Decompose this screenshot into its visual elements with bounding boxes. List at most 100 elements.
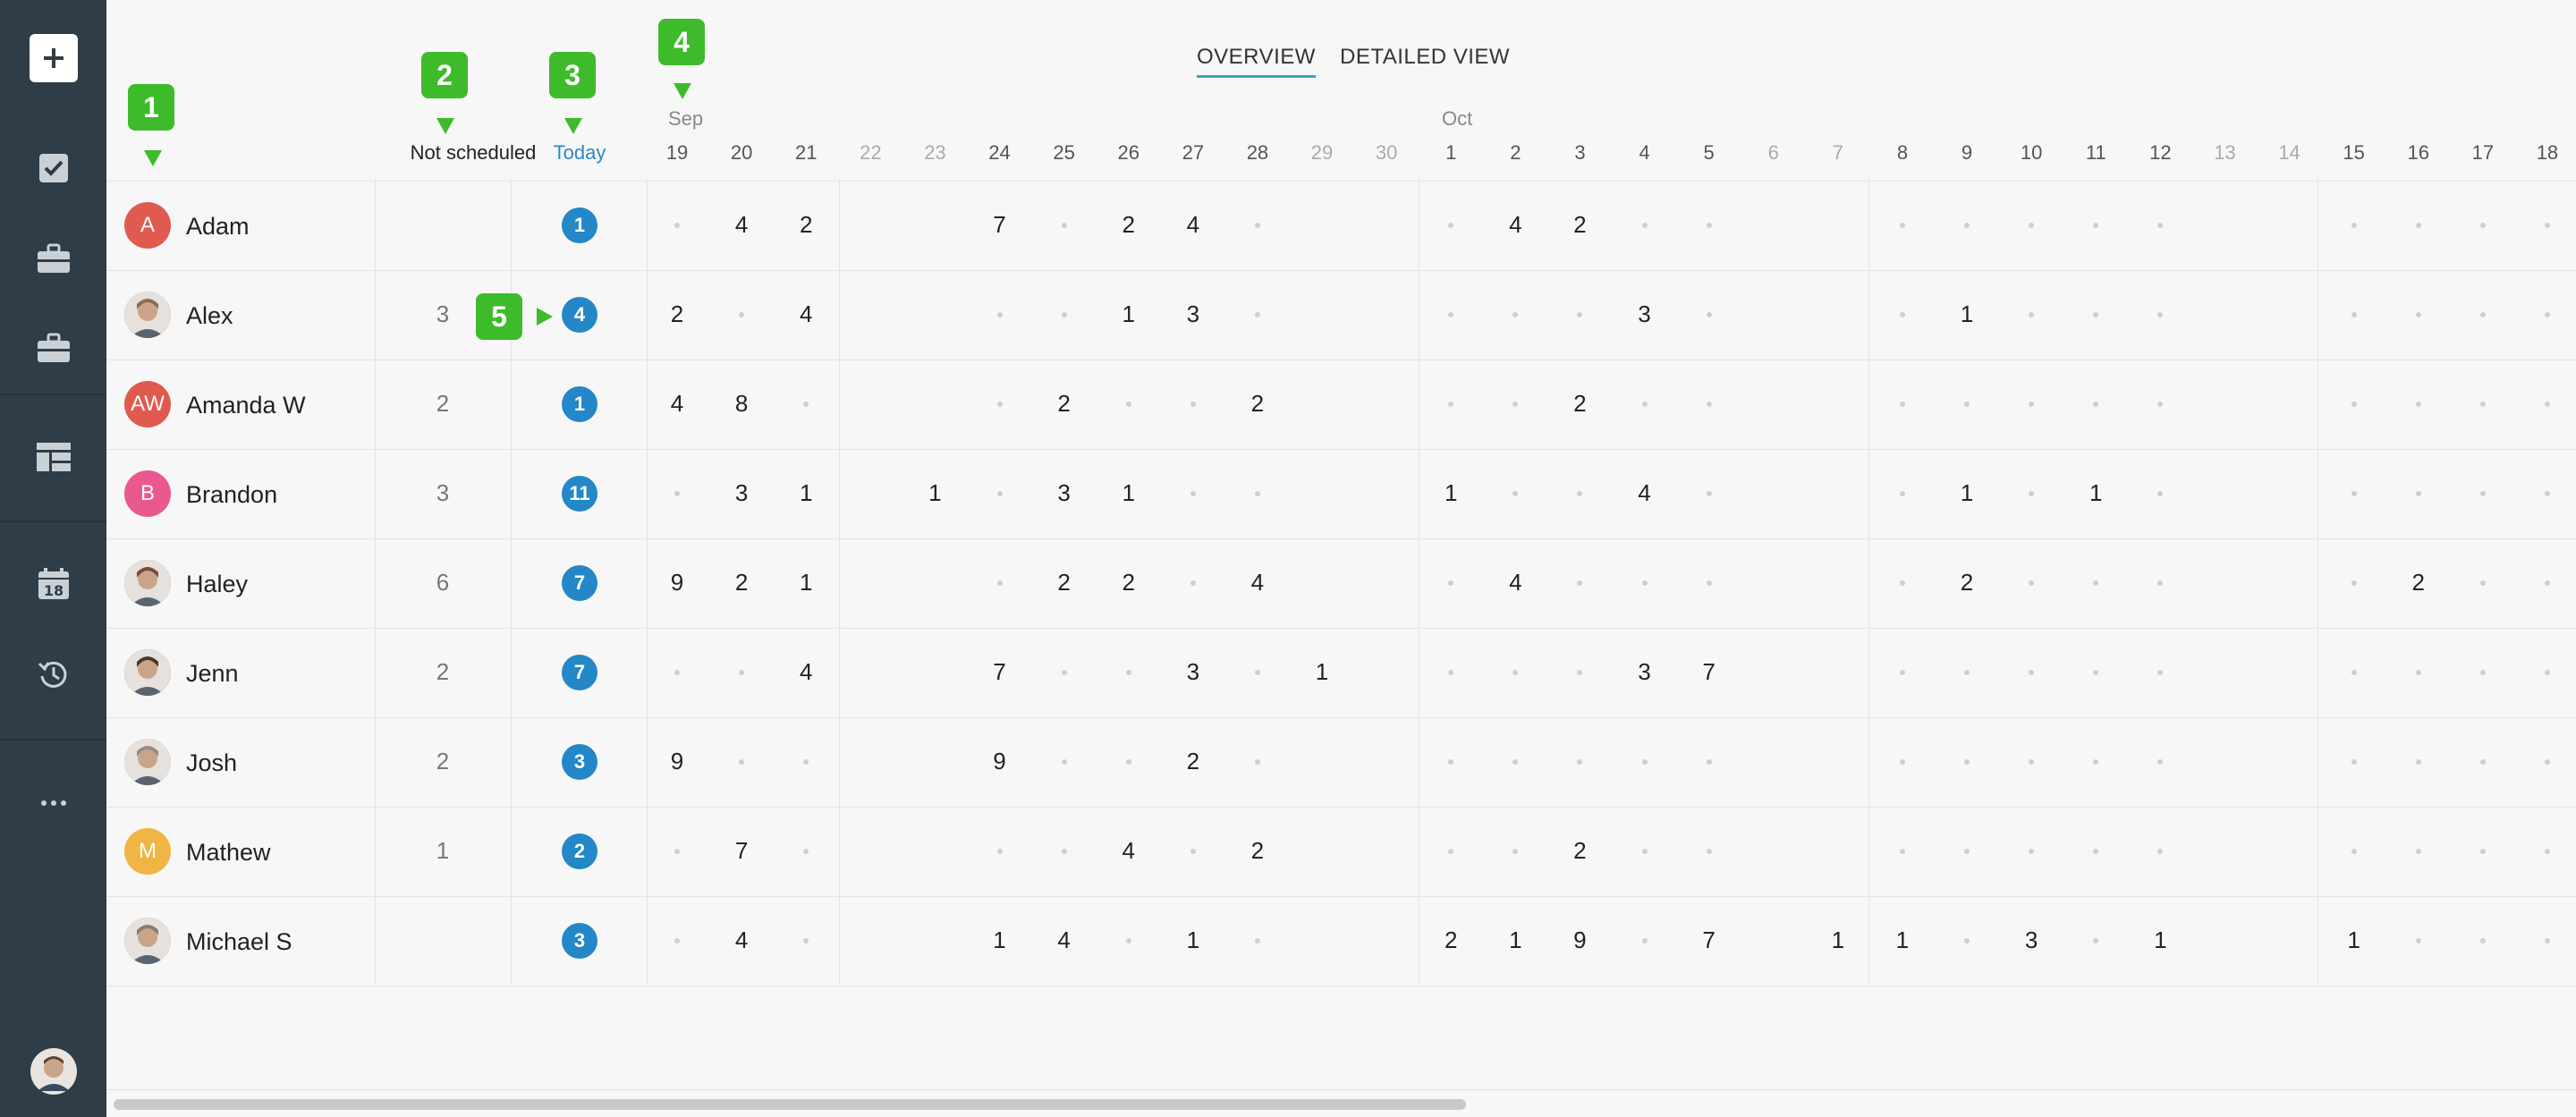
day-task-count[interactable]: 4 [645, 390, 709, 418]
day-task-count[interactable]: 2 [2386, 569, 2451, 597]
empty-day-dot[interactable] [1706, 759, 1712, 765]
day-task-count[interactable]: 9 [645, 748, 709, 775]
day-task-count[interactable]: 2 [1225, 837, 1290, 865]
empty-day-dot[interactable] [996, 580, 1003, 586]
day-task-count[interactable]: 2 [709, 569, 774, 597]
empty-day-dot[interactable] [1061, 223, 1067, 228]
day-task-count[interactable]: 2 [645, 300, 709, 328]
empty-day-dot[interactable] [1061, 670, 1067, 675]
empty-day-dot[interactable] [1899, 491, 1905, 496]
empty-day-dot[interactable] [1641, 223, 1648, 228]
day-task-count[interactable]: 9 [968, 748, 1032, 775]
empty-day-dot[interactable] [2479, 938, 2486, 944]
empty-day-dot[interactable] [2479, 223, 2486, 228]
empty-day-dot[interactable] [1899, 670, 1905, 675]
day-task-count[interactable]: 1 [1097, 479, 1161, 507]
empty-day-dot[interactable] [1899, 580, 1905, 586]
day-task-count[interactable]: 2 [1935, 569, 1999, 597]
empty-day-dot[interactable] [2351, 223, 2357, 228]
person-row[interactable] [106, 896, 2576, 986]
today-header[interactable]: Today [513, 141, 647, 165]
day-task-count[interactable]: 3 [1161, 300, 1225, 328]
not-scheduled-count[interactable]: 6 [376, 569, 510, 597]
empty-day-dot[interactable] [2544, 402, 2550, 407]
day-task-count[interactable]: 3 [1613, 658, 1677, 686]
empty-day-dot[interactable] [2351, 670, 2357, 675]
day-task-count[interactable]: 2 [1419, 927, 1483, 954]
empty-day-dot[interactable] [2415, 312, 2421, 317]
day-task-count[interactable]: 4 [1613, 479, 1677, 507]
person-name[interactable]: Josh [186, 749, 237, 777]
person-name[interactable]: Brandon [186, 481, 277, 509]
day-task-count[interactable]: 4 [1161, 211, 1225, 239]
day-task-count[interactable]: 4 [1032, 927, 1097, 954]
day-task-count[interactable]: 2 [1097, 211, 1161, 239]
empty-day-dot[interactable] [1899, 849, 1905, 854]
empty-day-dot[interactable] [1641, 938, 1648, 944]
day-task-count[interactable]: 1 [1806, 927, 1870, 954]
empty-day-dot[interactable] [1061, 759, 1067, 765]
day-task-count[interactable]: 4 [1483, 569, 1547, 597]
tab-detailed-view[interactable]: DETAILED VIEW [1340, 45, 1510, 70]
more-button[interactable] [0, 767, 106, 839]
day-task-count[interactable]: 2 [1547, 390, 1612, 418]
empty-day-dot[interactable] [1254, 491, 1260, 496]
day-task-count[interactable]: 2 [1032, 390, 1097, 418]
person-name[interactable]: Adam [186, 213, 250, 241]
day-task-count[interactable]: 3 [1032, 479, 1097, 507]
empty-day-dot[interactable] [2415, 670, 2421, 675]
person-name[interactable]: Haley [186, 571, 248, 598]
empty-day-dot[interactable] [2415, 223, 2421, 228]
empty-day-dot[interactable] [1254, 670, 1260, 675]
scrollbar-thumb[interactable] [114, 1099, 1466, 1110]
empty-day-dot[interactable] [674, 491, 681, 496]
empty-day-dot[interactable] [1125, 402, 1131, 407]
today-count-badge[interactable]: 1 [562, 207, 597, 243]
day-task-count[interactable]: 1 [1290, 658, 1354, 686]
today-count-badge[interactable]: 7 [562, 565, 597, 601]
empty-day-dot[interactable] [2351, 849, 2357, 854]
empty-day-dot[interactable] [2479, 580, 2486, 586]
today-count-badge[interactable]: 7 [562, 655, 597, 690]
empty-day-dot[interactable] [1899, 312, 1905, 317]
empty-day-dot[interactable] [1964, 670, 1970, 675]
empty-day-dot[interactable] [1641, 580, 1648, 586]
empty-day-dot[interactable] [674, 223, 681, 228]
empty-day-dot[interactable] [1964, 223, 1970, 228]
empty-day-dot[interactable] [2544, 938, 2550, 944]
day-task-count[interactable]: 2 [1225, 390, 1290, 418]
not-scheduled-count[interactable]: 2 [376, 390, 510, 418]
empty-day-dot[interactable] [2544, 670, 2550, 675]
day-task-count[interactable]: 4 [709, 927, 774, 954]
dashboard-button[interactable] [0, 423, 106, 495]
empty-day-dot[interactable] [996, 312, 1003, 317]
empty-day-dot[interactable] [2544, 849, 2550, 854]
empty-day-dot[interactable] [1641, 402, 1648, 407]
empty-day-dot[interactable] [1706, 849, 1712, 854]
day-task-count[interactable]: 1 [774, 569, 838, 597]
empty-day-dot[interactable] [674, 938, 681, 944]
day-task-count[interactable]: 1 [902, 479, 967, 507]
day-task-count[interactable]: 1 [1419, 479, 1483, 507]
empty-day-dot[interactable] [996, 402, 1003, 407]
day-task-count[interactable]: 3 [1161, 658, 1225, 686]
empty-day-dot[interactable] [1641, 849, 1648, 854]
empty-day-dot[interactable] [1899, 402, 1905, 407]
empty-day-dot[interactable] [1706, 491, 1712, 496]
empty-day-dot[interactable] [2351, 491, 2357, 496]
empty-day-dot[interactable] [1706, 223, 1712, 228]
not-scheduled-count[interactable]: 3 [376, 479, 510, 507]
empty-day-dot[interactable] [1899, 223, 1905, 228]
today-count-badge[interactable]: 2 [562, 834, 597, 869]
empty-day-dot[interactable] [1254, 223, 1260, 228]
history-button[interactable] [0, 640, 106, 712]
empty-day-dot[interactable] [2544, 312, 2550, 317]
day-task-count[interactable]: 1 [1870, 927, 1935, 954]
day-task-count[interactable]: 4 [709, 211, 774, 239]
day-task-count[interactable]: 4 [774, 658, 838, 686]
projects-button[interactable] [0, 224, 106, 296]
empty-day-dot[interactable] [1254, 312, 1260, 317]
empty-day-dot[interactable] [2351, 312, 2357, 317]
empty-day-dot[interactable] [2415, 491, 2421, 496]
empty-day-dot[interactable] [2544, 223, 2550, 228]
